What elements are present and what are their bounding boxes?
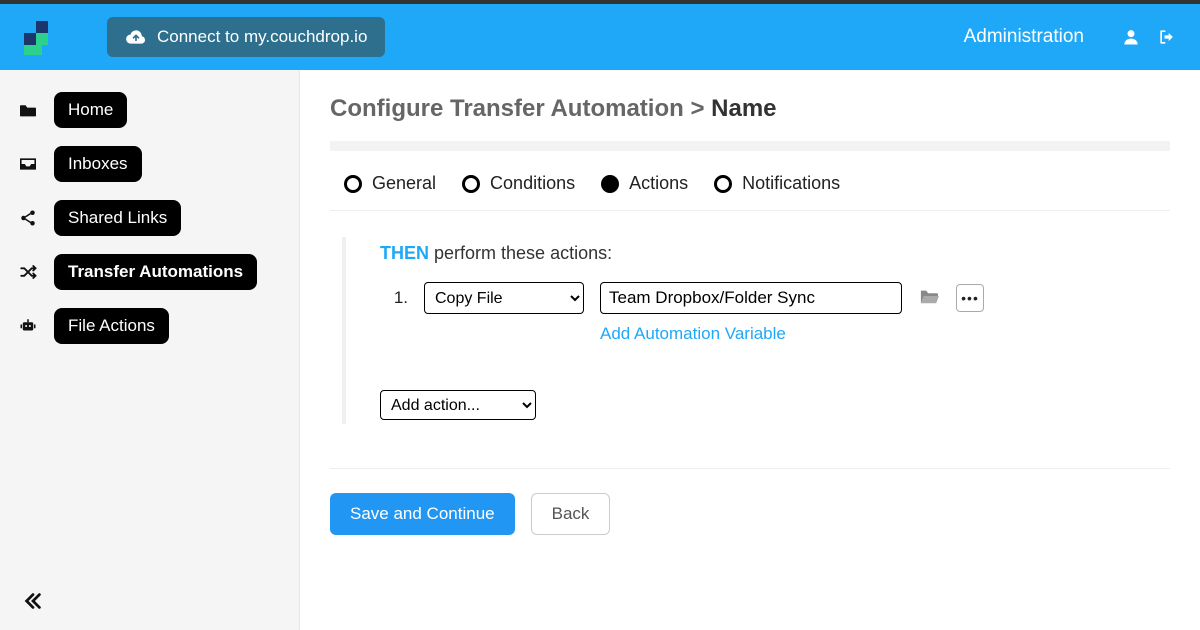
radio-icon	[714, 175, 732, 193]
sidebar-item-label: Shared Links	[54, 200, 181, 236]
tab-conditions[interactable]: Conditions	[462, 173, 575, 194]
collapse-sidebar-icon[interactable]	[22, 590, 44, 612]
logout-icon[interactable]	[1156, 26, 1178, 48]
breadcrumb-name: Name	[711, 95, 776, 122]
app-logo	[22, 21, 52, 53]
add-action-select[interactable]: Add action...	[380, 390, 536, 420]
sidebar-item-file-actions[interactable]: File Actions	[18, 308, 281, 344]
more-options-button[interactable]: •••	[956, 284, 984, 312]
breadcrumb-sep: >	[690, 95, 704, 122]
folder-icon	[18, 100, 38, 120]
sidebar-item-transfer-automations[interactable]: Transfer Automations	[18, 254, 281, 290]
tab-notifications[interactable]: Notifications	[714, 173, 840, 194]
sidebar-item-label: Transfer Automations	[54, 254, 257, 290]
browse-folder-icon[interactable]	[918, 287, 940, 309]
tab-actions[interactable]: Actions	[601, 173, 688, 194]
connect-button[interactable]: Connect to my.couchdrop.io	[107, 17, 385, 57]
sidebar-item-inboxes[interactable]: Inboxes	[18, 146, 281, 182]
sidebar-item-label: Home	[54, 92, 127, 128]
actions-section: THEN perform these actions: 1. Copy File…	[342, 237, 1170, 424]
action-row: 1. Copy File Add Automation Variable •••	[380, 282, 1170, 344]
sidebar-item-home[interactable]: Home	[18, 92, 281, 128]
destination-path-input[interactable]	[600, 282, 902, 314]
back-button[interactable]: Back	[531, 493, 611, 535]
user-icon[interactable]	[1120, 26, 1142, 48]
tab-bar: General Conditions Actions Notifications	[330, 173, 1170, 211]
inbox-icon	[18, 154, 38, 174]
shuffle-icon	[18, 262, 38, 282]
breadcrumb-prefix: Configure Transfer Automation	[330, 95, 684, 122]
add-automation-variable-link[interactable]: Add Automation Variable	[600, 324, 902, 344]
tab-label: Notifications	[742, 173, 840, 194]
breadcrumb: Configure Transfer Automation > Name	[330, 95, 1170, 123]
tab-label: Conditions	[490, 173, 575, 194]
then-heading: THEN perform these actions:	[380, 243, 1170, 264]
sidebar-item-label: File Actions	[54, 308, 169, 344]
main-content: Configure Transfer Automation > Name Gen…	[300, 70, 1200, 630]
action-type-select[interactable]: Copy File	[424, 282, 584, 314]
tab-label: Actions	[629, 173, 688, 194]
tab-general[interactable]: General	[344, 173, 436, 194]
robot-icon	[18, 316, 38, 336]
administration-link[interactable]: Administration	[964, 26, 1084, 48]
sidebar-item-shared-links[interactable]: Shared Links	[18, 200, 281, 236]
radio-icon	[462, 175, 480, 193]
cloud-upload-icon	[125, 26, 147, 48]
then-text: perform these actions:	[434, 243, 612, 263]
radio-icon	[344, 175, 362, 193]
connect-button-label: Connect to my.couchdrop.io	[157, 27, 367, 47]
divider	[330, 468, 1170, 469]
then-label: THEN	[380, 243, 429, 263]
topbar: Connect to my.couchdrop.io Administratio…	[0, 0, 1200, 70]
radio-icon	[601, 175, 619, 193]
footer-buttons: Save and Continue Back	[330, 493, 1170, 535]
sidebar: Home Inboxes Shared Links Transfer Autom…	[0, 70, 300, 630]
share-icon	[18, 208, 38, 228]
divider	[330, 141, 1170, 151]
sidebar-item-label: Inboxes	[54, 146, 142, 182]
save-and-continue-button[interactable]: Save and Continue	[330, 493, 515, 535]
action-index: 1.	[380, 282, 408, 308]
tab-label: General	[372, 173, 436, 194]
